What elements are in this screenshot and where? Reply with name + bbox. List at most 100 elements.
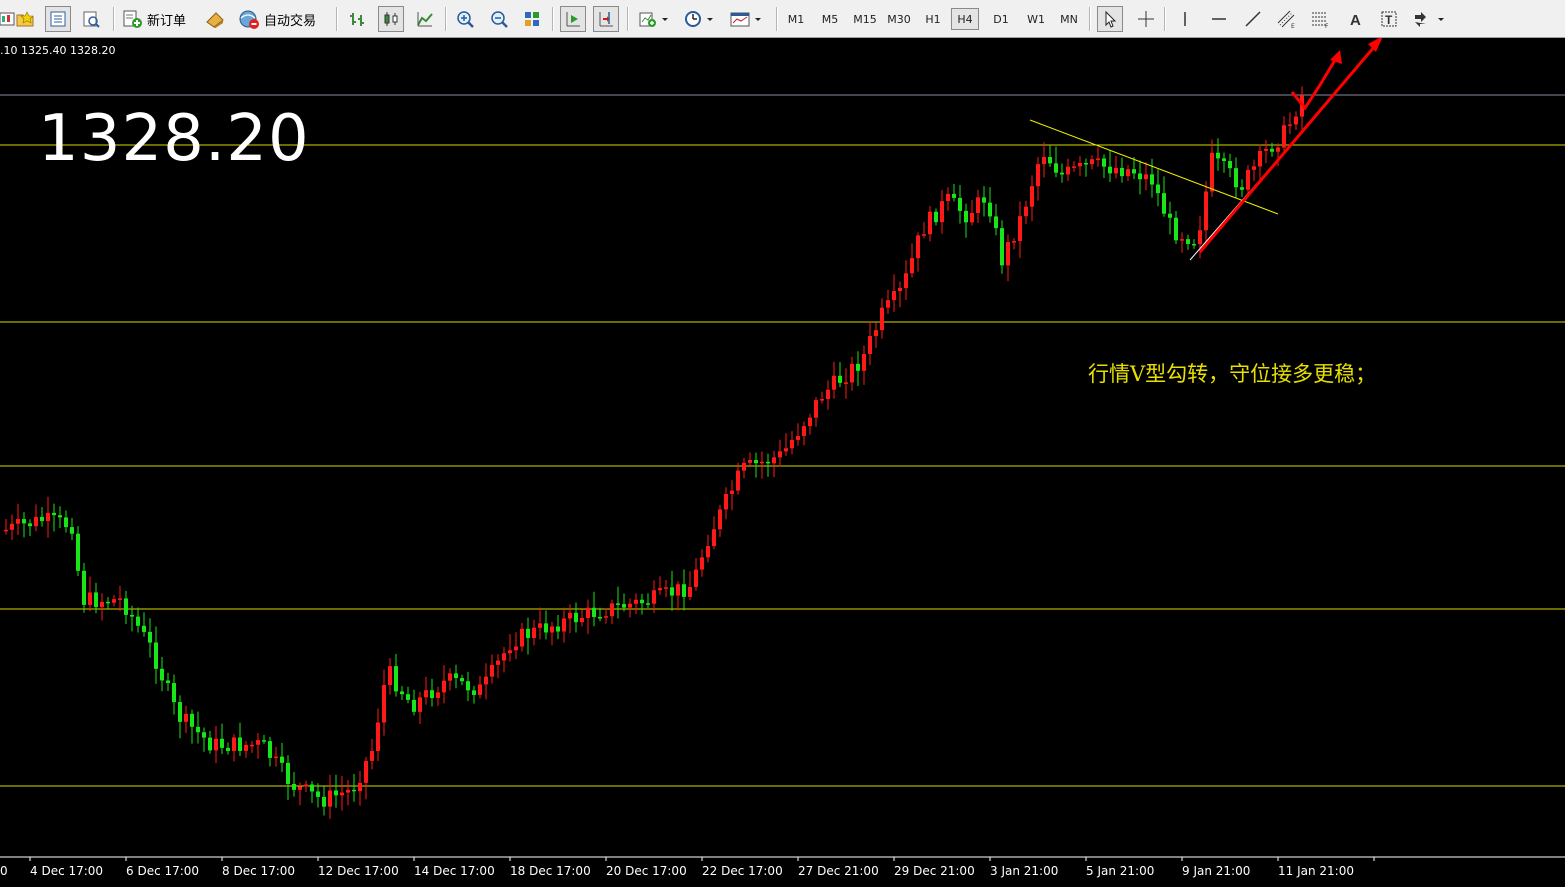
candle-body: [340, 792, 344, 796]
candle-body: [868, 336, 872, 354]
candle-body: [964, 210, 968, 223]
metaeditor-icon[interactable]: [202, 6, 228, 32]
candle-body: [1018, 216, 1022, 242]
x-axis-label: 0: [0, 864, 8, 878]
candle-body: [100, 601, 104, 607]
candle-body: [178, 702, 182, 722]
trendline-icon[interactable]: [1240, 6, 1266, 32]
candle-body: [700, 557, 704, 570]
open-profiles-icon[interactable]: [12, 6, 38, 32]
candle-body: [112, 599, 116, 603]
candle-body: [190, 713, 194, 727]
fibonacci-icon[interactable]: F: [1308, 6, 1334, 32]
market-watch-icon[interactable]: [45, 6, 71, 32]
indicators-icon[interactable]: [636, 6, 672, 32]
candle-body: [370, 750, 374, 761]
candle-body: [1036, 164, 1040, 187]
candle-body: [418, 697, 422, 712]
candle-body: [568, 612, 572, 619]
text-label-icon[interactable]: T: [1376, 6, 1402, 32]
periods-icon[interactable]: [681, 6, 717, 32]
timeframe-h4[interactable]: H4: [951, 8, 979, 30]
candle-body: [922, 234, 926, 236]
timeframe-w1[interactable]: W1: [1022, 8, 1050, 30]
candle-body: [472, 690, 476, 695]
candle-body: [904, 273, 908, 288]
toolbar-separator: [1089, 7, 1091, 31]
candle-body: [226, 747, 230, 751]
bar-chart-icon[interactable]: [344, 6, 370, 32]
line-chart-icon[interactable]: [412, 6, 438, 32]
candle-body: [526, 628, 530, 639]
timeframe-m5[interactable]: M5: [817, 8, 843, 30]
candle-body: [1288, 124, 1292, 126]
timeframe-d1[interactable]: D1: [988, 8, 1014, 30]
candle-body: [400, 691, 404, 695]
candle-body: [172, 683, 176, 703]
candle-body: [916, 235, 920, 259]
candle-body: [118, 598, 122, 600]
timeframe-m30[interactable]: M30: [883, 8, 915, 30]
zoom-out-icon[interactable]: [486, 6, 512, 32]
new-order-button[interactable]: 新订单: [122, 5, 186, 33]
crosshair-icon[interactable]: [1133, 6, 1159, 32]
candle-body: [322, 796, 326, 807]
candle-body: [802, 426, 806, 437]
candle-body: [136, 616, 140, 626]
candle-body: [1186, 239, 1190, 244]
candle-body: [556, 626, 560, 632]
equidistant-channel-icon[interactable]: E: [1274, 6, 1300, 32]
tile-windows-icon[interactable]: [519, 6, 545, 32]
candle-body: [1162, 193, 1166, 214]
candle-body: [1054, 163, 1058, 173]
candle-body: [790, 439, 794, 449]
timeframe-m1[interactable]: M1: [783, 8, 809, 30]
text-icon[interactable]: A: [1342, 6, 1368, 32]
zoom-in-icon[interactable]: [452, 6, 478, 32]
candle-body: [310, 784, 314, 792]
candle-body: [1000, 228, 1004, 266]
navigator-icon[interactable]: [78, 6, 104, 32]
candle-body: [424, 690, 428, 698]
candle-body: [778, 451, 782, 458]
cursor-icon[interactable]: [1097, 6, 1123, 32]
timeframe-h1[interactable]: H1: [920, 8, 946, 30]
autoscroll-icon[interactable]: [560, 6, 586, 32]
candle-body: [358, 782, 362, 792]
candle-body: [1252, 166, 1256, 170]
candle-body: [892, 291, 896, 301]
candle-body: [382, 684, 386, 723]
candle-body: [1084, 163, 1088, 165]
timeframe-mn[interactable]: MN: [1055, 8, 1083, 30]
candle-body: [1024, 206, 1028, 217]
candle-body: [1228, 161, 1232, 169]
candlestick-icon[interactable]: [378, 6, 404, 32]
arrows-icon[interactable]: [1410, 6, 1450, 32]
candle-body: [652, 590, 656, 604]
candle-body: [1042, 157, 1046, 165]
templates-icon[interactable]: [727, 6, 765, 32]
auto-trading-label: 自动交易: [264, 13, 317, 29]
chart-shift-icon[interactable]: [593, 6, 619, 32]
candle-body: [130, 614, 134, 617]
x-axis-label: 4 Dec 17:00: [30, 864, 104, 878]
candle-body: [1114, 168, 1118, 174]
horizontal-line-icon[interactable]: [1206, 6, 1232, 32]
candle-body: [52, 512, 56, 516]
candle-body: [286, 762, 290, 784]
candle-body: [1126, 169, 1130, 177]
candle-body: [1192, 243, 1196, 246]
vertical-line-icon[interactable]: [1172, 6, 1198, 32]
x-axis-label: 9 Jan 21:00: [1182, 864, 1251, 878]
timeframe-m15[interactable]: M15: [849, 8, 881, 30]
candle-body: [94, 592, 98, 607]
auto-trading-button[interactable]: 自动交易: [237, 5, 316, 33]
svg-text:A: A: [1350, 12, 1361, 28]
candle-body: [874, 330, 878, 337]
candle-body: [814, 400, 818, 418]
candle-body: [1072, 166, 1076, 168]
candle-body: [1078, 163, 1082, 167]
candle-body: [1012, 241, 1016, 243]
candle-body: [1096, 158, 1100, 160]
candle-body: [76, 533, 80, 571]
